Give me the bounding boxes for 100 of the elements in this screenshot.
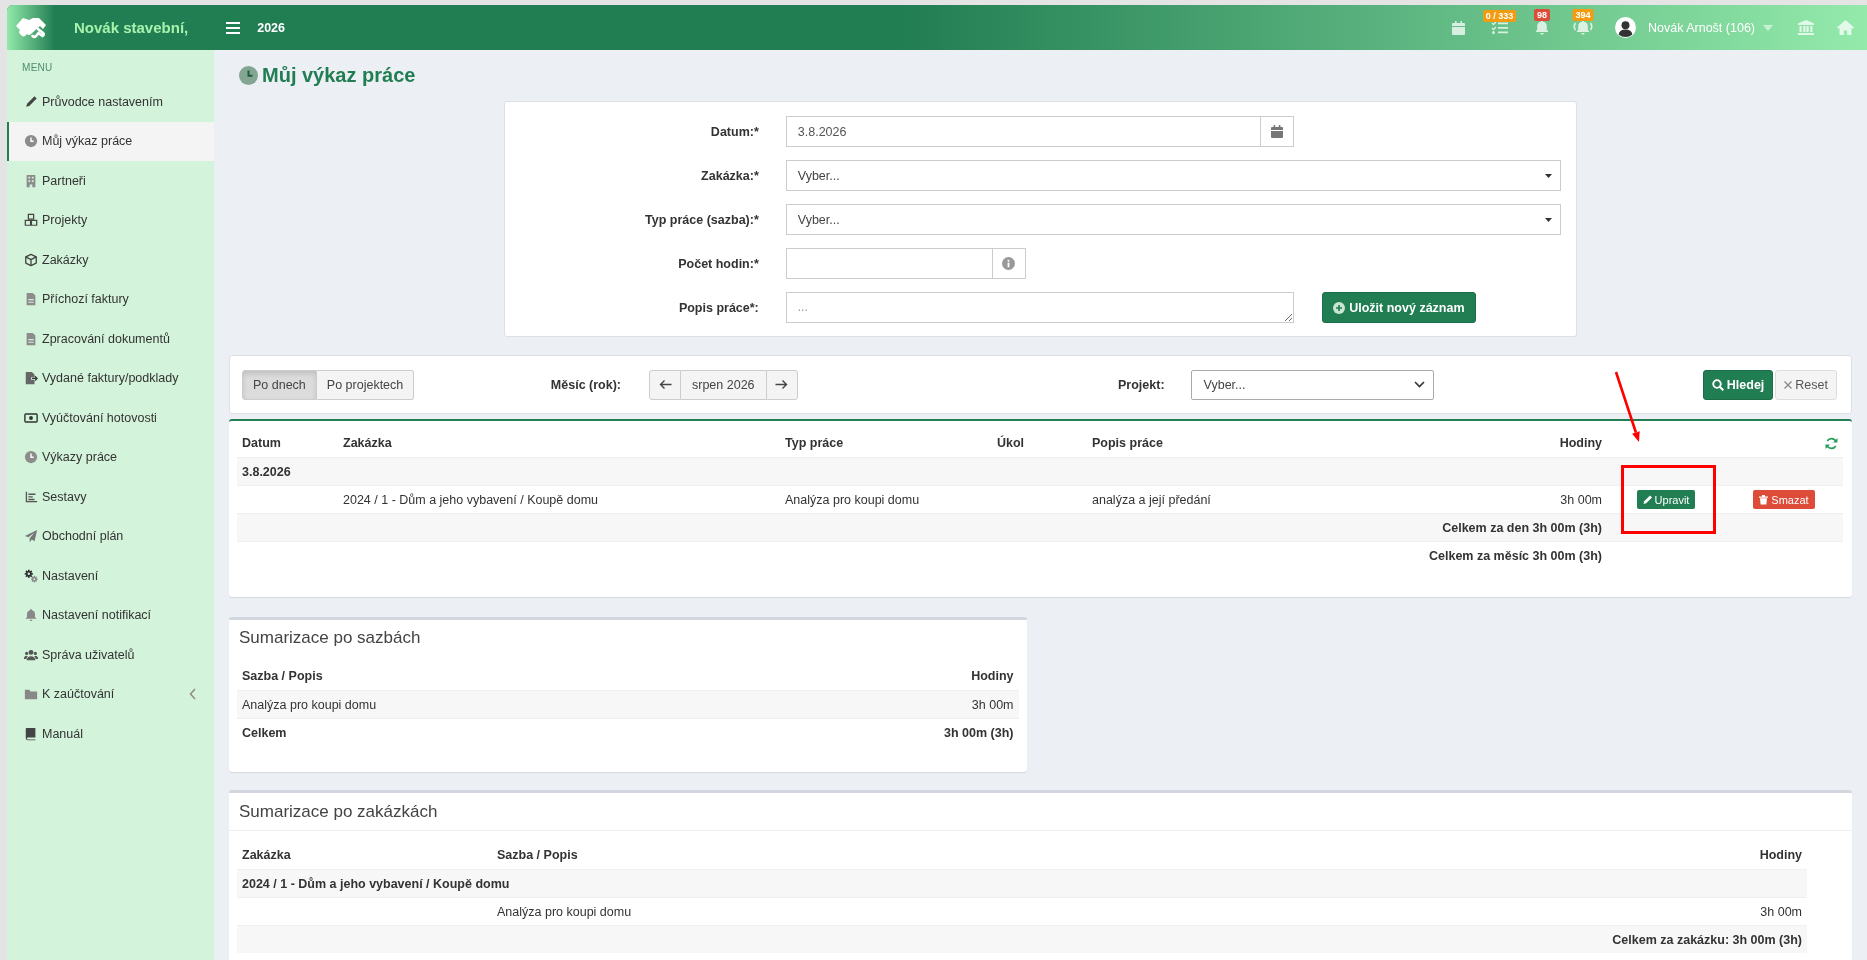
reset-button[interactable]: Reset (1775, 369, 1837, 400)
paper-plane-icon (24, 529, 38, 544)
menu-icon[interactable] (226, 21, 241, 34)
field-label: Popis práce*: (678, 300, 759, 315)
search-icon (1711, 378, 1724, 391)
cube-icon (24, 252, 38, 267)
view-tab[interactable]: Po projektech (316, 369, 415, 400)
sidebar-item[interactable]: Vyúčtování hotovosti (7, 398, 214, 438)
sidebar-item[interactable]: Můj výkaz práce (7, 121, 214, 161)
table-cell-text: 3h 00m (3h) (943, 725, 1015, 740)
folder-icon (24, 687, 38, 702)
bell-icon[interactable] (1535, 20, 1549, 35)
order-total: Celkem za zakázku: 3h 00m (3h) (1612, 932, 1802, 947)
next-button[interactable] (765, 369, 798, 400)
column-header: Sazba / Popis (496, 848, 579, 862)
field-label: Zakázka:* (701, 168, 759, 183)
handshake-icon[interactable] (7, 5, 55, 50)
table-cell-text: 3h 00m (970, 697, 1015, 712)
trash-icon (1759, 494, 1769, 505)
count-badge: 394 (1572, 9, 1594, 21)
text-area-field[interactable]: ... (785, 292, 1295, 323)
dropdown-field[interactable]: Vyber... (785, 160, 1561, 191)
month-display: srpen 2026 (681, 369, 766, 400)
gears-icon (24, 568, 38, 583)
pencil-icon (1642, 494, 1652, 505)
field-label: Typ práce (sazba):* (645, 212, 759, 227)
table-cell-text: Analýza pro koupi domu (784, 492, 921, 507)
sidebar-item[interactable]: Zpracování dokumentů (7, 319, 214, 359)
year-label[interactable]: 2026 (257, 20, 286, 35)
view-tab[interactable]: Po dnech (242, 369, 317, 400)
left-arrow-icon (658, 379, 672, 390)
document-icon (24, 292, 38, 307)
column-header: Popis práce (1091, 436, 1164, 450)
info-button[interactable] (992, 248, 1026, 279)
sidebar-item[interactable]: Výkazy práce (7, 437, 214, 477)
sidebar-item[interactable]: Sestavy (7, 477, 214, 517)
document-icon (24, 331, 38, 346)
right-arrow-icon (775, 379, 789, 390)
calendar-icon[interactable] (1452, 20, 1465, 35)
plus-circle-icon (1333, 301, 1346, 314)
bar-list-icon (24, 489, 38, 504)
day-total: Celkem za den 3h 00m (3h) (1442, 520, 1602, 535)
company-name[interactable]: Novák stavební, (74, 19, 189, 36)
column-header: Hodiny (1558, 436, 1603, 450)
number-field[interactable] (785, 248, 993, 279)
sidebar-item[interactable]: Projekty (7, 200, 214, 240)
sidebar-item[interactable]: K zaúčtování (7, 674, 214, 714)
field-label: Projekt: (1118, 377, 1165, 392)
caret-icon (1544, 173, 1552, 178)
field-label: Datum:* (710, 124, 759, 139)
column-header: Úkol (996, 436, 1026, 450)
users-icon (24, 647, 38, 662)
date-field[interactable]: 3.8.2026 (785, 116, 1262, 147)
dropdown-field[interactable]: Vyber... (785, 204, 1561, 235)
calendar-button[interactable] (1261, 116, 1295, 147)
document-arrow-icon (24, 371, 38, 386)
column-header: Datum (241, 436, 282, 450)
chevron-left-icon[interactable] (189, 688, 197, 701)
sidebar-item[interactable]: Vydané faktury/podklady (7, 358, 214, 398)
cubes-icon (24, 213, 38, 228)
column-header: Zakázka (342, 436, 393, 450)
save-button[interactable]: Uložit nový záznam (1322, 292, 1476, 323)
menu-heading: MENU (22, 62, 53, 75)
sidebar-item[interactable]: Manuál (7, 714, 214, 754)
column-header: Sazba / Popis (241, 669, 324, 683)
caret-icon (1544, 217, 1552, 222)
clock-icon (24, 450, 38, 465)
ringing-bell-icon[interactable] (1573, 20, 1593, 35)
card-title: Sumarizace po sazbách (239, 628, 421, 648)
sidebar-item[interactable]: Zakázky (7, 240, 214, 280)
refresh-icon[interactable] (1825, 436, 1838, 450)
field-label: Počet hodin:* (678, 256, 759, 271)
clock-icon (239, 65, 258, 85)
sidebar-item[interactable]: Průvodce nastavením (7, 82, 214, 122)
chevron-down-icon (1413, 381, 1425, 388)
sidebar-item[interactable]: Partneři (7, 161, 214, 201)
book-icon (24, 726, 38, 741)
table-cell-text: 3h 00m (1559, 492, 1603, 507)
sidebar-item[interactable]: Správa uživatelů (7, 635, 214, 675)
cross-icon (1784, 380, 1793, 389)
table-cell-text: 2024 / 1 - Dům a jeho vybavení / Koupě domu (342, 492, 600, 507)
sidebar-item[interactable]: Nastavení notifikací (7, 595, 214, 635)
sidebar-item[interactable]: Obchodní plán (7, 516, 214, 556)
order-name: 2024 / 1 - Dům a jeho vybavení / Koupě domu (242, 876, 510, 891)
count-badge: 98 (1534, 9, 1550, 21)
sidebar-item[interactable]: Příchozí faktury (7, 279, 214, 319)
task-list-icon[interactable] (1491, 21, 1508, 34)
delete-button[interactable]: Smazat (1753, 490, 1815, 509)
info-icon (1002, 257, 1016, 270)
table-cell-text: analýza a její předání (1091, 492, 1212, 507)
previous-button[interactable] (649, 369, 681, 400)
edit-button[interactable]: Upravit (1636, 490, 1696, 509)
banknote-icon (24, 410, 38, 425)
bell-icon (24, 608, 38, 623)
calendar-icon (1271, 125, 1284, 138)
project-select[interactable]: Vyber... (1190, 369, 1434, 400)
sidebar-item[interactable]: Nastavení (7, 556, 214, 596)
avatar-icon[interactable] (1615, 17, 1636, 38)
search-button[interactable]: Hledej (1702, 369, 1774, 400)
column-header: Typ práce (784, 436, 845, 450)
